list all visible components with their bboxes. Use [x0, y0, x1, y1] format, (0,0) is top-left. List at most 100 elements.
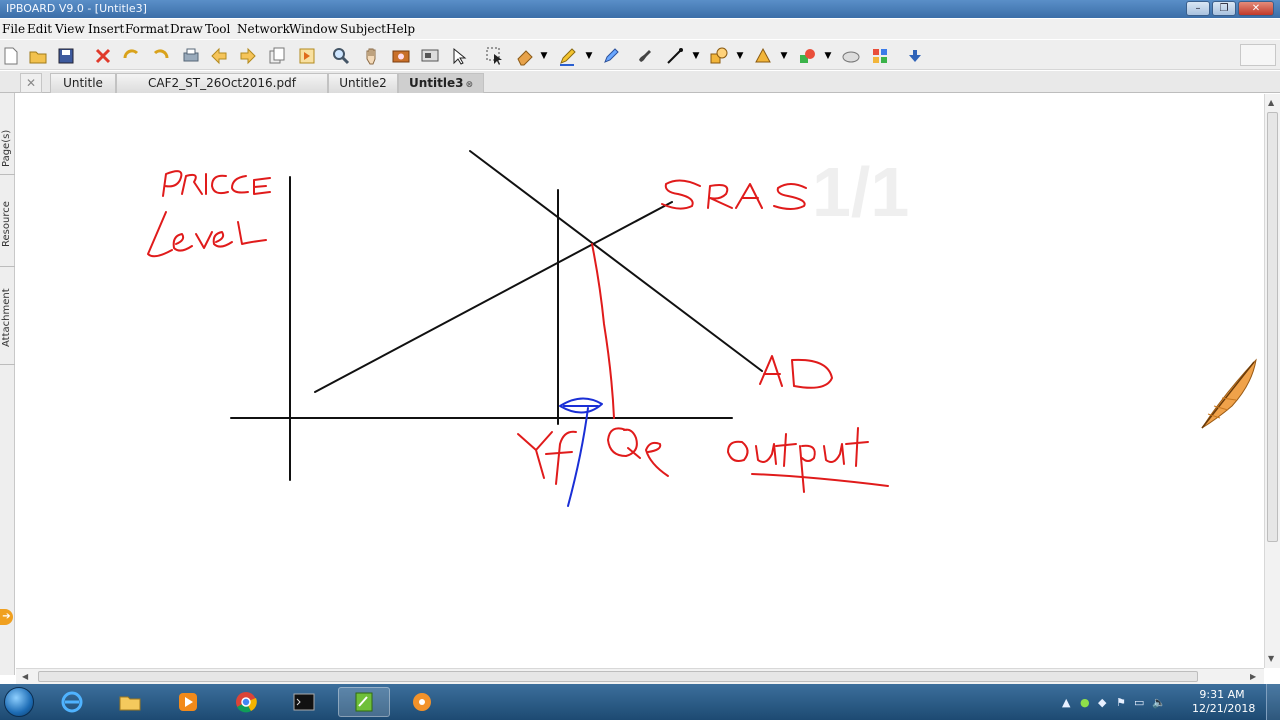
restore-button[interactable]: ❐ [1212, 1, 1236, 16]
close-button[interactable]: ✕ [1238, 1, 1274, 16]
menu-subject[interactable]: Subject [340, 22, 386, 36]
whiteboard-canvas[interactable]: 1/1 [16, 94, 1264, 668]
network-status-icon[interactable]: ● [1080, 696, 1090, 709]
tab-label: Untitle [63, 76, 103, 90]
undo-icon[interactable] [120, 45, 142, 67]
sras-curve [314, 201, 673, 393]
redo-icon[interactable] [150, 45, 172, 67]
sidebar-tab-pages[interactable]: Page(s) [0, 101, 15, 175]
handwriting-yf [517, 431, 553, 479]
menu-draw[interactable]: Draw [170, 22, 203, 36]
menu-edit[interactable]: Edit [27, 22, 52, 36]
download-arrow-icon[interactable] [904, 45, 926, 67]
menu-help[interactable]: Help [386, 22, 415, 36]
menu-network[interactable]: Network [237, 22, 290, 36]
solid-shapes-icon[interactable] [752, 45, 774, 67]
window-title: IPBOARD V9.0 - [Untitle3] [6, 2, 147, 15]
tab-close-icon[interactable]: ⊗ [465, 80, 473, 90]
action-center-icon[interactable]: ⚑ [1116, 696, 1126, 709]
vertical-scrollbar[interactable]: ▲ ▼ [1264, 94, 1280, 668]
tray-app-icon[interactable]: ◆ [1098, 696, 1106, 709]
equilibrium-drop-line [591, 243, 615, 419]
sidebar-expand-handle[interactable]: ➔ [0, 609, 13, 625]
menu-window[interactable]: Window [289, 22, 338, 36]
display-icon[interactable]: ▭ [1134, 696, 1144, 709]
left-sidebar: Page(s) Resource Attachment ➔ [0, 93, 15, 675]
scroll-up-icon[interactable]: ▲ [1268, 98, 1274, 107]
menu-view[interactable]: View [55, 22, 85, 36]
toolbar-panel-toggle[interactable] [1240, 44, 1276, 66]
pages-icon[interactable] [266, 45, 288, 67]
shapes-icon[interactable] [708, 45, 730, 67]
scroll-down-icon[interactable]: ▼ [1268, 654, 1274, 663]
volume-icon[interactable]: 🔈 [1152, 696, 1166, 709]
menu-tool[interactable]: Tool [205, 22, 230, 36]
tab-caf2-pdf[interactable]: CAF2_ST_26Oct2016.pdf [116, 73, 328, 93]
highlighter-icon[interactable] [600, 45, 622, 67]
ipboard-window: IPBOARD V9.0 - [Untitle3] – ❐ ✕ File Edi… [0, 0, 1280, 720]
clock-time: 9:31 AM [1199, 688, 1245, 701]
cloud-icon[interactable] [840, 45, 862, 67]
solid-shapes-dropdown-icon[interactable]: ▼ [778, 45, 790, 67]
minimize-button[interactable]: – [1186, 1, 1210, 16]
start-button[interactable] [4, 687, 34, 717]
vertical-scroll-thumb[interactable] [1267, 112, 1278, 542]
internet-explorer-icon[interactable] [46, 687, 98, 717]
horizontal-scrollbar[interactable]: ◀ ▶ [16, 668, 1264, 684]
ipboard-task-icon[interactable] [338, 687, 390, 717]
handwriting-ad [759, 355, 783, 387]
paint-icon[interactable] [396, 687, 448, 717]
eraser-dropdown-icon[interactable]: ▼ [538, 45, 550, 67]
select-tool-icon[interactable] [484, 45, 506, 67]
chrome-icon[interactable] [220, 687, 272, 717]
eraser-icon[interactable] [514, 45, 536, 67]
line-dropdown-icon[interactable]: ▼ [690, 45, 702, 67]
next-page-icon[interactable] [237, 45, 259, 67]
screen-capture-icon[interactable] [419, 45, 441, 67]
close-all-tabs-button[interactable]: ✕ [20, 73, 42, 93]
new-file-icon[interactable] [0, 45, 22, 67]
pen-tool-icon[interactable] [557, 45, 579, 67]
tab-label: Untitle2 [339, 76, 387, 90]
show-hidden-icons-icon[interactable]: ▲ [1062, 696, 1070, 709]
pointer-tool-icon[interactable] [448, 45, 470, 67]
handwriting-price-level [162, 170, 183, 197]
tab-untitle3[interactable]: Untitle3 ⊗ [398, 73, 484, 93]
taskbar-clock[interactable]: 9:31 AM 12/21/2018 [1192, 688, 1255, 716]
open-folder-icon[interactable] [27, 45, 49, 67]
sidebar-tab-resource[interactable]: Resource [0, 177, 15, 267]
scroll-left-icon[interactable]: ◀ [22, 672, 28, 681]
import-icon[interactable] [296, 45, 318, 67]
print-icon[interactable] [180, 45, 202, 67]
zoom-icon[interactable] [330, 45, 352, 67]
menu-insert[interactable]: Insert [88, 22, 124, 36]
tab-untitle2[interactable]: Untitle2 [328, 73, 398, 93]
shapes-dropdown-icon[interactable]: ▼ [734, 45, 746, 67]
blue-pointer-line [567, 407, 589, 507]
camera-icon[interactable] [390, 45, 412, 67]
menu-format[interactable]: Format [125, 22, 169, 36]
horizontal-scroll-thumb[interactable] [38, 671, 1198, 682]
command-prompt-icon[interactable] [278, 687, 330, 717]
media-player-icon[interactable] [162, 687, 214, 717]
layout-grid-icon[interactable] [869, 45, 891, 67]
sidebar-tab-label: Attachment [1, 288, 12, 347]
ink-brush-icon[interactable] [635, 45, 657, 67]
sidebar-tab-attachment[interactable]: Attachment [0, 271, 15, 365]
file-explorer-icon[interactable] [104, 687, 156, 717]
delete-icon[interactable] [92, 45, 114, 67]
menu-bar: File Edit View Insert Format Draw Tool N… [0, 19, 1280, 39]
scroll-right-icon[interactable]: ▶ [1250, 672, 1256, 681]
save-icon[interactable] [55, 45, 77, 67]
hand-pan-icon[interactable] [361, 45, 383, 67]
ink-drawing [147, 150, 889, 507]
line-tool-icon[interactable] [664, 45, 686, 67]
menu-file[interactable]: File [2, 22, 25, 36]
quill-pen-icon [1201, 358, 1257, 429]
subject-dropdown-icon[interactable]: ▼ [822, 45, 834, 67]
previous-page-icon[interactable] [208, 45, 230, 67]
subject-tools-icon[interactable] [796, 45, 818, 67]
tab-untitle[interactable]: Untitle [50, 73, 116, 93]
pen-dropdown-icon[interactable]: ▼ [583, 45, 595, 67]
show-desktop-button[interactable] [1266, 684, 1280, 720]
